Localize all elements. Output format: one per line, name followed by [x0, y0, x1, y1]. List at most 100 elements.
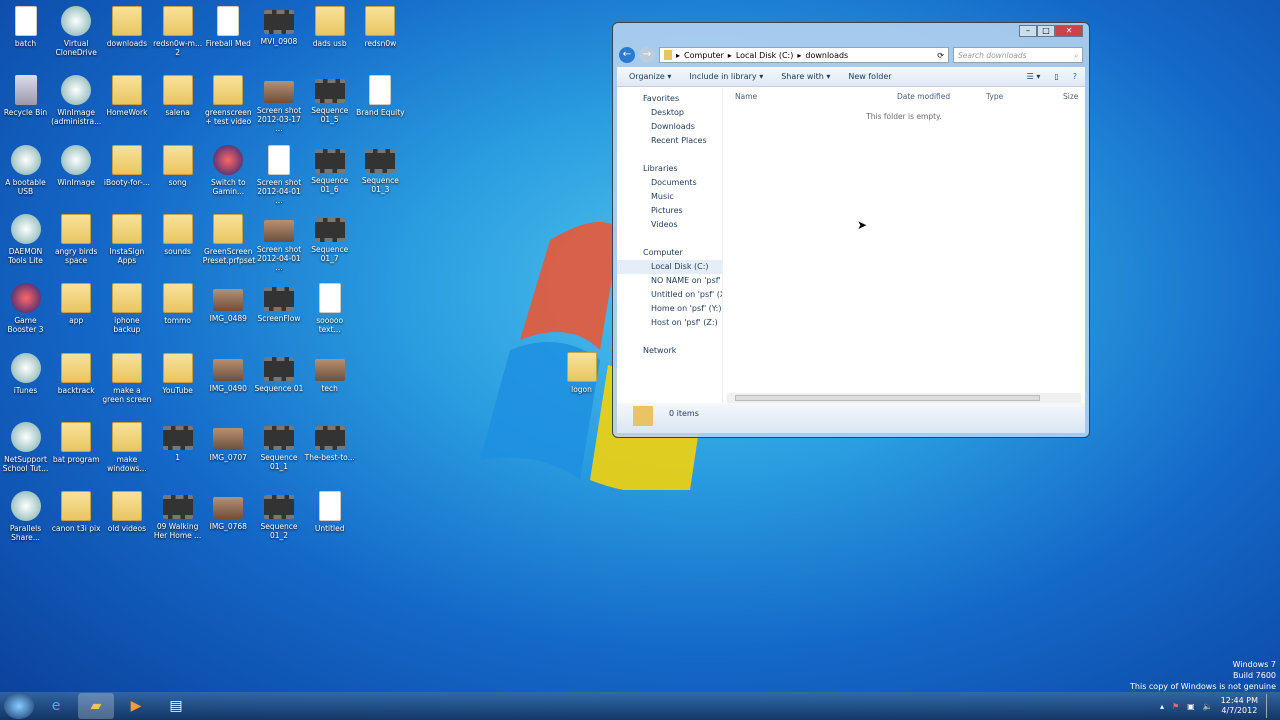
nav-videos[interactable]: Videos	[617, 218, 722, 232]
internet-explorer-icon[interactable]: e	[38, 693, 74, 719]
nav-host-psf[interactable]: Host on 'psf' (Z:)	[617, 316, 722, 330]
desktop-icon[interactable]: 1	[152, 416, 203, 484]
desktop-icon[interactable]: iBooty-for-...	[101, 139, 152, 207]
help-icon[interactable]: ?	[1073, 72, 1077, 81]
desktop-icon[interactable]: Virtual CloneDrive	[51, 0, 102, 68]
preview-pane-icon[interactable]: ▯	[1054, 72, 1058, 81]
nav-local-disk[interactable]: Local Disk (C:)	[617, 260, 722, 274]
desktop-icon[interactable]: Sequence 01_7	[304, 208, 355, 276]
nav-documents[interactable]: Documents	[617, 176, 722, 190]
address-bar[interactable]: ▸ Computer ▸ Local Disk (C:) ▸ downloads ⟳	[659, 47, 949, 63]
desktop-icon[interactable]: logon	[556, 346, 607, 414]
desktop-icon[interactable]: Sequence 01_5	[304, 69, 355, 137]
nav-no-name-psf[interactable]: NO NAME on 'psf' (	[617, 274, 722, 288]
desktop-icon[interactable]: Screen shot 2012-03-17 ...	[254, 69, 305, 137]
nav-computer[interactable]: Computer	[617, 246, 722, 260]
desktop-icon[interactable]: Recycle Bin	[0, 69, 51, 137]
desktop-icon[interactable]: WinImage	[51, 139, 102, 207]
desktop-icon[interactable]: Switch to Gamin...	[203, 139, 254, 207]
desktop-icon[interactable]: ScreenFlow	[254, 277, 305, 345]
maximize-button[interactable]: □	[1037, 25, 1055, 37]
nav-pictures[interactable]: Pictures	[617, 204, 722, 218]
refresh-icon[interactable]: ⟳	[937, 51, 948, 60]
desktop-icon[interactable]: make a green screen	[101, 347, 152, 415]
desktop-icon[interactable]: WinImage (administra...	[51, 69, 102, 137]
column-date-modified[interactable]: Date modified	[897, 92, 986, 101]
desktop-icon[interactable]: Game Booster 3	[0, 277, 51, 345]
desktop-icon[interactable]: A bootable USB	[0, 139, 51, 207]
forward-button[interactable]: →	[639, 47, 655, 63]
desktop-icon[interactable]: backtrack	[51, 347, 102, 415]
desktop-icon[interactable]: IMG_0707	[203, 416, 254, 484]
desktop-icon[interactable]: Sequence 01	[254, 347, 305, 415]
new-folder-button[interactable]: New folder	[848, 72, 891, 81]
start-button[interactable]	[4, 693, 34, 719]
nav-network[interactable]: Network	[617, 344, 722, 358]
desktop-icon[interactable]: dads usb	[304, 0, 355, 68]
minimize-button[interactable]: –	[1019, 25, 1037, 37]
desktop-icon[interactable]: Brand Equity	[355, 69, 406, 137]
desktop-icon[interactable]: Parallels Share...	[0, 485, 51, 553]
column-size[interactable]: Size	[1063, 92, 1078, 101]
column-type[interactable]: Type	[986, 92, 1063, 101]
horizontal-scrollbar[interactable]	[727, 393, 1081, 403]
nav-desktop[interactable]: Desktop	[617, 106, 722, 120]
column-name[interactable]: Name	[723, 92, 897, 101]
search-input[interactable]: Search downloads ⌕	[953, 47, 1083, 63]
media-player-icon[interactable]: ▶	[118, 693, 154, 719]
desktop-icon[interactable]: Sequence 01_3	[355, 139, 406, 207]
breadcrumb-computer[interactable]: Computer	[684, 51, 724, 60]
desktop-icon[interactable]: downloads	[101, 0, 152, 68]
desktop-icon[interactable]: Sequence 01_2	[254, 485, 305, 553]
nav-favorites[interactable]: Favorites	[617, 92, 722, 106]
desktop-icon[interactable]: Sequence 01_1	[254, 416, 305, 484]
desktop-icon[interactable]: IMG_0768	[203, 485, 254, 553]
desktop-icon[interactable]: redsn0w	[355, 0, 406, 68]
desktop-icon[interactable]: canon t3i pix	[51, 485, 102, 553]
nav-downloads[interactable]: Downloads	[617, 120, 722, 134]
volume-icon[interactable]: 🔈	[1203, 702, 1213, 711]
desktop-icon[interactable]: greenscreen + test video	[203, 69, 254, 137]
desktop-icon[interactable]: sooooo text...	[304, 277, 355, 345]
taskbar-app-icon[interactable]: ▤	[158, 693, 194, 719]
desktop-icon[interactable]: salena	[152, 69, 203, 137]
desktop-icon[interactable]: old videos	[101, 485, 152, 553]
desktop-icon[interactable]: GreenScreen Preset.prfpset	[203, 208, 255, 276]
desktop-icon[interactable]: IMG_0490	[203, 347, 254, 415]
desktop-icon[interactable]: angry birds space	[51, 208, 102, 276]
nav-music[interactable]: Music	[617, 190, 722, 204]
show-desktop-button[interactable]	[1266, 694, 1274, 718]
desktop-icon[interactable]: DAEMON Tools Lite	[0, 208, 51, 276]
network-icon[interactable]: ▣	[1187, 702, 1195, 711]
desktop-icon[interactable]: Screen shot 2012-04-01 ...	[254, 208, 305, 276]
desktop-icon[interactable]: InstaSign Apps	[101, 208, 152, 276]
desktop-icon[interactable]: Fireball Med	[203, 0, 254, 68]
desktop-icon[interactable]: app	[51, 277, 102, 345]
desktop-icon[interactable]: tommo	[152, 277, 203, 345]
desktop-icon[interactable]: iTunes	[0, 347, 51, 415]
action-center-flag-icon[interactable]: ⚑	[1172, 702, 1179, 711]
view-options-icon[interactable]: ☰ ▾	[1027, 72, 1041, 81]
desktop-icon[interactable]: bat program	[51, 416, 102, 484]
desktop-icon[interactable]: 09 Walking Her Home ...	[152, 485, 203, 553]
share-with-button[interactable]: Share with ▾	[781, 72, 830, 81]
close-button[interactable]: ✕	[1055, 25, 1083, 37]
show-hidden-icons[interactable]: ▴	[1160, 702, 1164, 711]
desktop-icon[interactable]: NetSupport School Tut...	[0, 416, 51, 484]
desktop-icon[interactable]: iphone backup	[101, 277, 152, 345]
organize-button[interactable]: Organize ▾	[629, 72, 671, 81]
desktop-icon[interactable]: HomeWork	[101, 69, 152, 137]
desktop-icon[interactable]: batch	[0, 0, 51, 68]
nav-untitled-psf[interactable]: Untitled on 'psf' (X:)	[617, 288, 722, 302]
breadcrumb-local-disk[interactable]: Local Disk (C:)	[736, 51, 794, 60]
desktop-icon[interactable]: MVI_0908	[254, 0, 305, 68]
desktop-icon[interactable]: Untitled	[304, 485, 355, 553]
desktop-icon[interactable]: YouTube	[152, 347, 203, 415]
include-in-library-button[interactable]: Include in library ▾	[689, 72, 763, 81]
desktop-icon[interactable]: tech	[304, 347, 355, 415]
desktop-icon[interactable]: The-best-to...	[304, 416, 355, 484]
back-button[interactable]: ←	[619, 47, 635, 63]
desktop-icon[interactable]: redsn0w-m... 2	[152, 0, 203, 68]
breadcrumb-downloads[interactable]: downloads	[805, 51, 848, 60]
desktop-icon[interactable]: IMG_0489	[203, 277, 254, 345]
